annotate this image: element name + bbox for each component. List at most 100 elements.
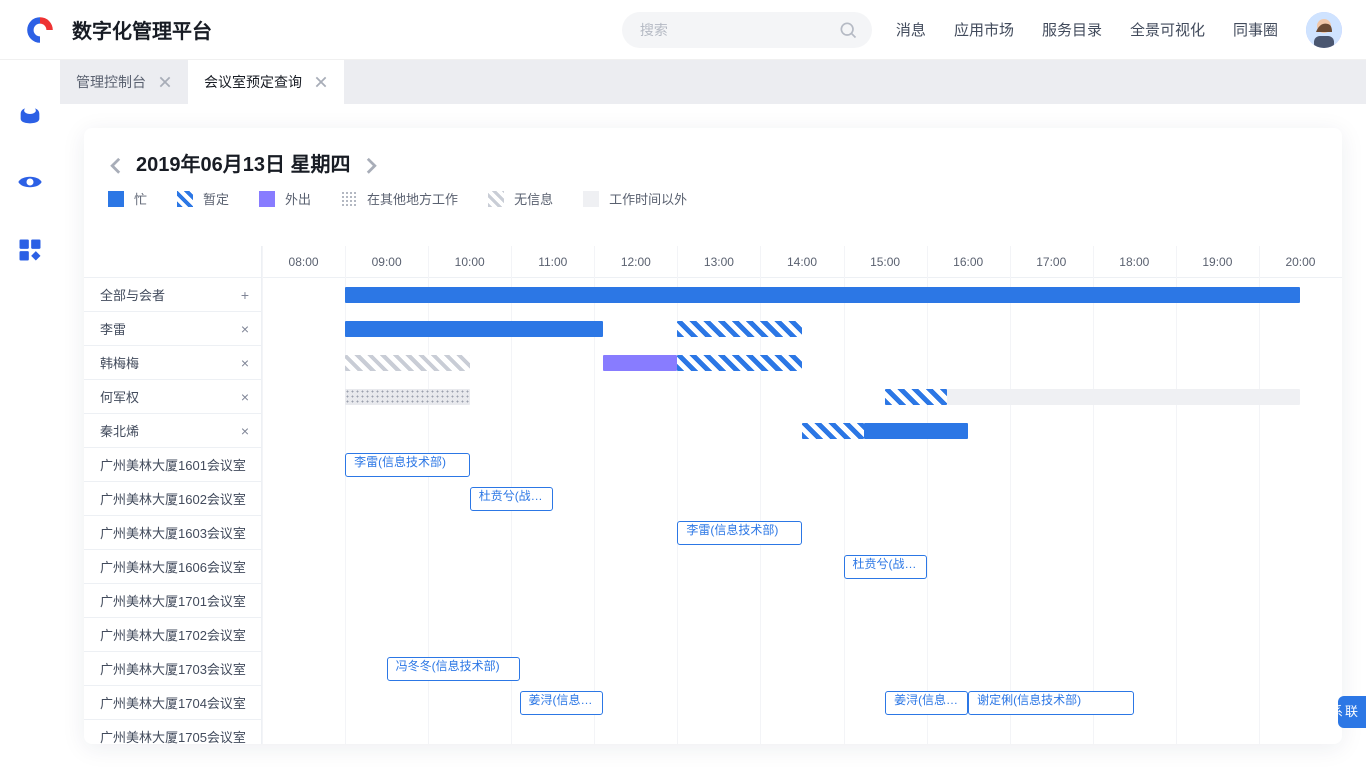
booking-block[interactable]: 李雷(信息技术部) xyxy=(677,521,802,545)
legend-label: 忙 xyxy=(134,189,147,208)
booking-block[interactable]: 杜贲兮(战… xyxy=(844,555,927,579)
legend-item: 暂定 xyxy=(177,189,229,208)
row-name: 广州美林大厦1701会议室 xyxy=(84,591,261,610)
close-icon[interactable] xyxy=(158,75,172,89)
next-day-icon[interactable] xyxy=(365,156,379,170)
gantt-row xyxy=(262,346,1342,380)
gantt-row xyxy=(262,584,1342,618)
gantt-row xyxy=(262,414,1342,448)
tab-label: 管理控制台 xyxy=(76,72,146,92)
prev-day-icon[interactable] xyxy=(108,156,122,170)
sidebar-eye-icon[interactable] xyxy=(16,168,44,196)
row-name: 李雷 xyxy=(84,319,229,338)
gantt-row-header: 广州美林大厦1601会议室 xyxy=(84,448,261,482)
availability-block xyxy=(802,423,864,439)
tab[interactable]: 会议室预定查询 xyxy=(188,60,344,104)
row-name: 广州美林大厦1603会议室 xyxy=(84,523,261,542)
availability-block xyxy=(345,287,1300,303)
add-attendee-icon[interactable]: + xyxy=(229,287,261,303)
row-name: 全部与会者 xyxy=(84,285,229,304)
availability-block xyxy=(345,355,470,371)
legend-item: 在其他地方工作 xyxy=(341,189,458,208)
legend-item: 外出 xyxy=(259,189,311,208)
legend-swatch xyxy=(341,191,357,207)
gantt-row-header: 广州美林大厦1606会议室 xyxy=(84,550,261,584)
gantt-row-header: 广州美林大厦1701会议室 xyxy=(84,584,261,618)
gantt-row xyxy=(262,278,1342,312)
close-icon[interactable] xyxy=(314,75,328,89)
legend-item: 工作时间以外 xyxy=(583,189,687,208)
legend-label: 外出 xyxy=(285,189,311,208)
remove-attendee-icon[interactable]: × xyxy=(229,389,261,405)
gantt-row-header: 何军权× xyxy=(84,380,261,414)
availability-block xyxy=(864,423,968,439)
nav-link[interactable]: 服务目录 xyxy=(1042,19,1102,40)
sidebar-grid-icon[interactable] xyxy=(16,236,44,264)
remove-attendee-icon[interactable]: × xyxy=(229,355,261,371)
tab-label: 会议室预定查询 xyxy=(204,72,302,92)
gantt-row xyxy=(262,380,1342,414)
row-name: 广州美林大厦1601会议室 xyxy=(84,455,261,474)
nav-link[interactable]: 全景可视化 xyxy=(1130,19,1205,40)
search-input[interactable] xyxy=(622,12,872,48)
app-logo xyxy=(24,14,56,46)
row-name: 广州美林大厦1704会议室 xyxy=(84,693,261,712)
booking-block[interactable]: 冯冬冬(信息技术部) xyxy=(387,657,520,681)
row-name: 广州美林大厦1702会议室 xyxy=(84,625,261,644)
booking-block[interactable]: 李雷(信息技术部) xyxy=(345,453,470,477)
gantt-row: 冯冬冬(信息技术部) xyxy=(262,652,1342,686)
row-name: 何军权 xyxy=(84,387,229,406)
remove-attendee-icon[interactable]: × xyxy=(229,423,261,439)
availability-block xyxy=(345,321,603,337)
availability-block xyxy=(603,355,678,371)
legend-swatch xyxy=(583,191,599,207)
availability-block xyxy=(947,389,1300,405)
booking-block[interactable]: 杜贲兮(战… xyxy=(470,487,553,511)
search-box xyxy=(622,12,872,48)
booking-block[interactable]: 姜浔(信息… xyxy=(885,691,968,715)
gantt-row-header: 广州美林大厦1704会议室 xyxy=(84,686,261,720)
availability-block xyxy=(345,389,470,405)
gantt-row xyxy=(262,618,1342,652)
legend-swatch xyxy=(177,191,193,207)
legend-label: 暂定 xyxy=(203,189,229,208)
availability-block xyxy=(677,321,802,337)
tab[interactable]: 管理控制台 xyxy=(60,60,188,104)
gantt-row xyxy=(262,312,1342,346)
sidebar-hand-icon[interactable] xyxy=(16,100,44,128)
gantt-row-header: 广州美林大厦1703会议室 xyxy=(84,652,261,686)
legend-swatch xyxy=(108,191,124,207)
nav-link[interactable]: 同事圈 xyxy=(1233,19,1278,40)
booking-block[interactable]: 谢定俐(信息技术部) xyxy=(968,691,1134,715)
availability-block xyxy=(677,355,802,371)
legend-item: 无信息 xyxy=(488,189,553,208)
search-icon[interactable] xyxy=(838,20,858,40)
gantt-row-header: 广州美林大厦1702会议室 xyxy=(84,618,261,652)
gantt-row: 杜贲兮(战… xyxy=(262,550,1342,584)
nav-link[interactable]: 消息 xyxy=(896,19,926,40)
remove-attendee-icon[interactable]: × xyxy=(229,321,261,337)
contact-us-tab[interactable]: 联系我们 xyxy=(1338,696,1366,728)
legend-label: 在其他地方工作 xyxy=(367,189,458,208)
gantt-row-header: 广州美林大厦1602会议室 xyxy=(84,482,261,516)
row-name: 广州美林大厦1606会议室 xyxy=(84,557,261,576)
gantt-row: 杜贲兮(战… xyxy=(262,482,1342,516)
gantt-row: 李雷(信息技术部) xyxy=(262,516,1342,550)
legend-swatch xyxy=(488,191,504,207)
legend-swatch xyxy=(259,191,275,207)
row-name: 秦北烯 xyxy=(84,421,229,440)
gantt-row-header: 广州美林大厦1603会议室 xyxy=(84,516,261,550)
gantt-row xyxy=(262,720,1342,744)
row-name: 广州美林大厦1703会议室 xyxy=(84,659,261,678)
legend-label: 无信息 xyxy=(514,189,553,208)
booking-block[interactable]: 姜浔(信息… xyxy=(520,691,603,715)
legend-label: 工作时间以外 xyxy=(609,189,687,208)
gantt-row-header: 韩梅梅× xyxy=(84,346,261,380)
nav-link[interactable]: 应用市场 xyxy=(954,19,1014,40)
user-avatar[interactable] xyxy=(1306,12,1342,48)
legend-item: 忙 xyxy=(108,189,147,208)
row-name: 广州美林大厦1705会议室 xyxy=(84,727,261,744)
gantt-row: 李雷(信息技术部) xyxy=(262,448,1342,482)
gantt-row-header: 李雷× xyxy=(84,312,261,346)
row-name: 广州美林大厦1602会议室 xyxy=(84,489,261,508)
